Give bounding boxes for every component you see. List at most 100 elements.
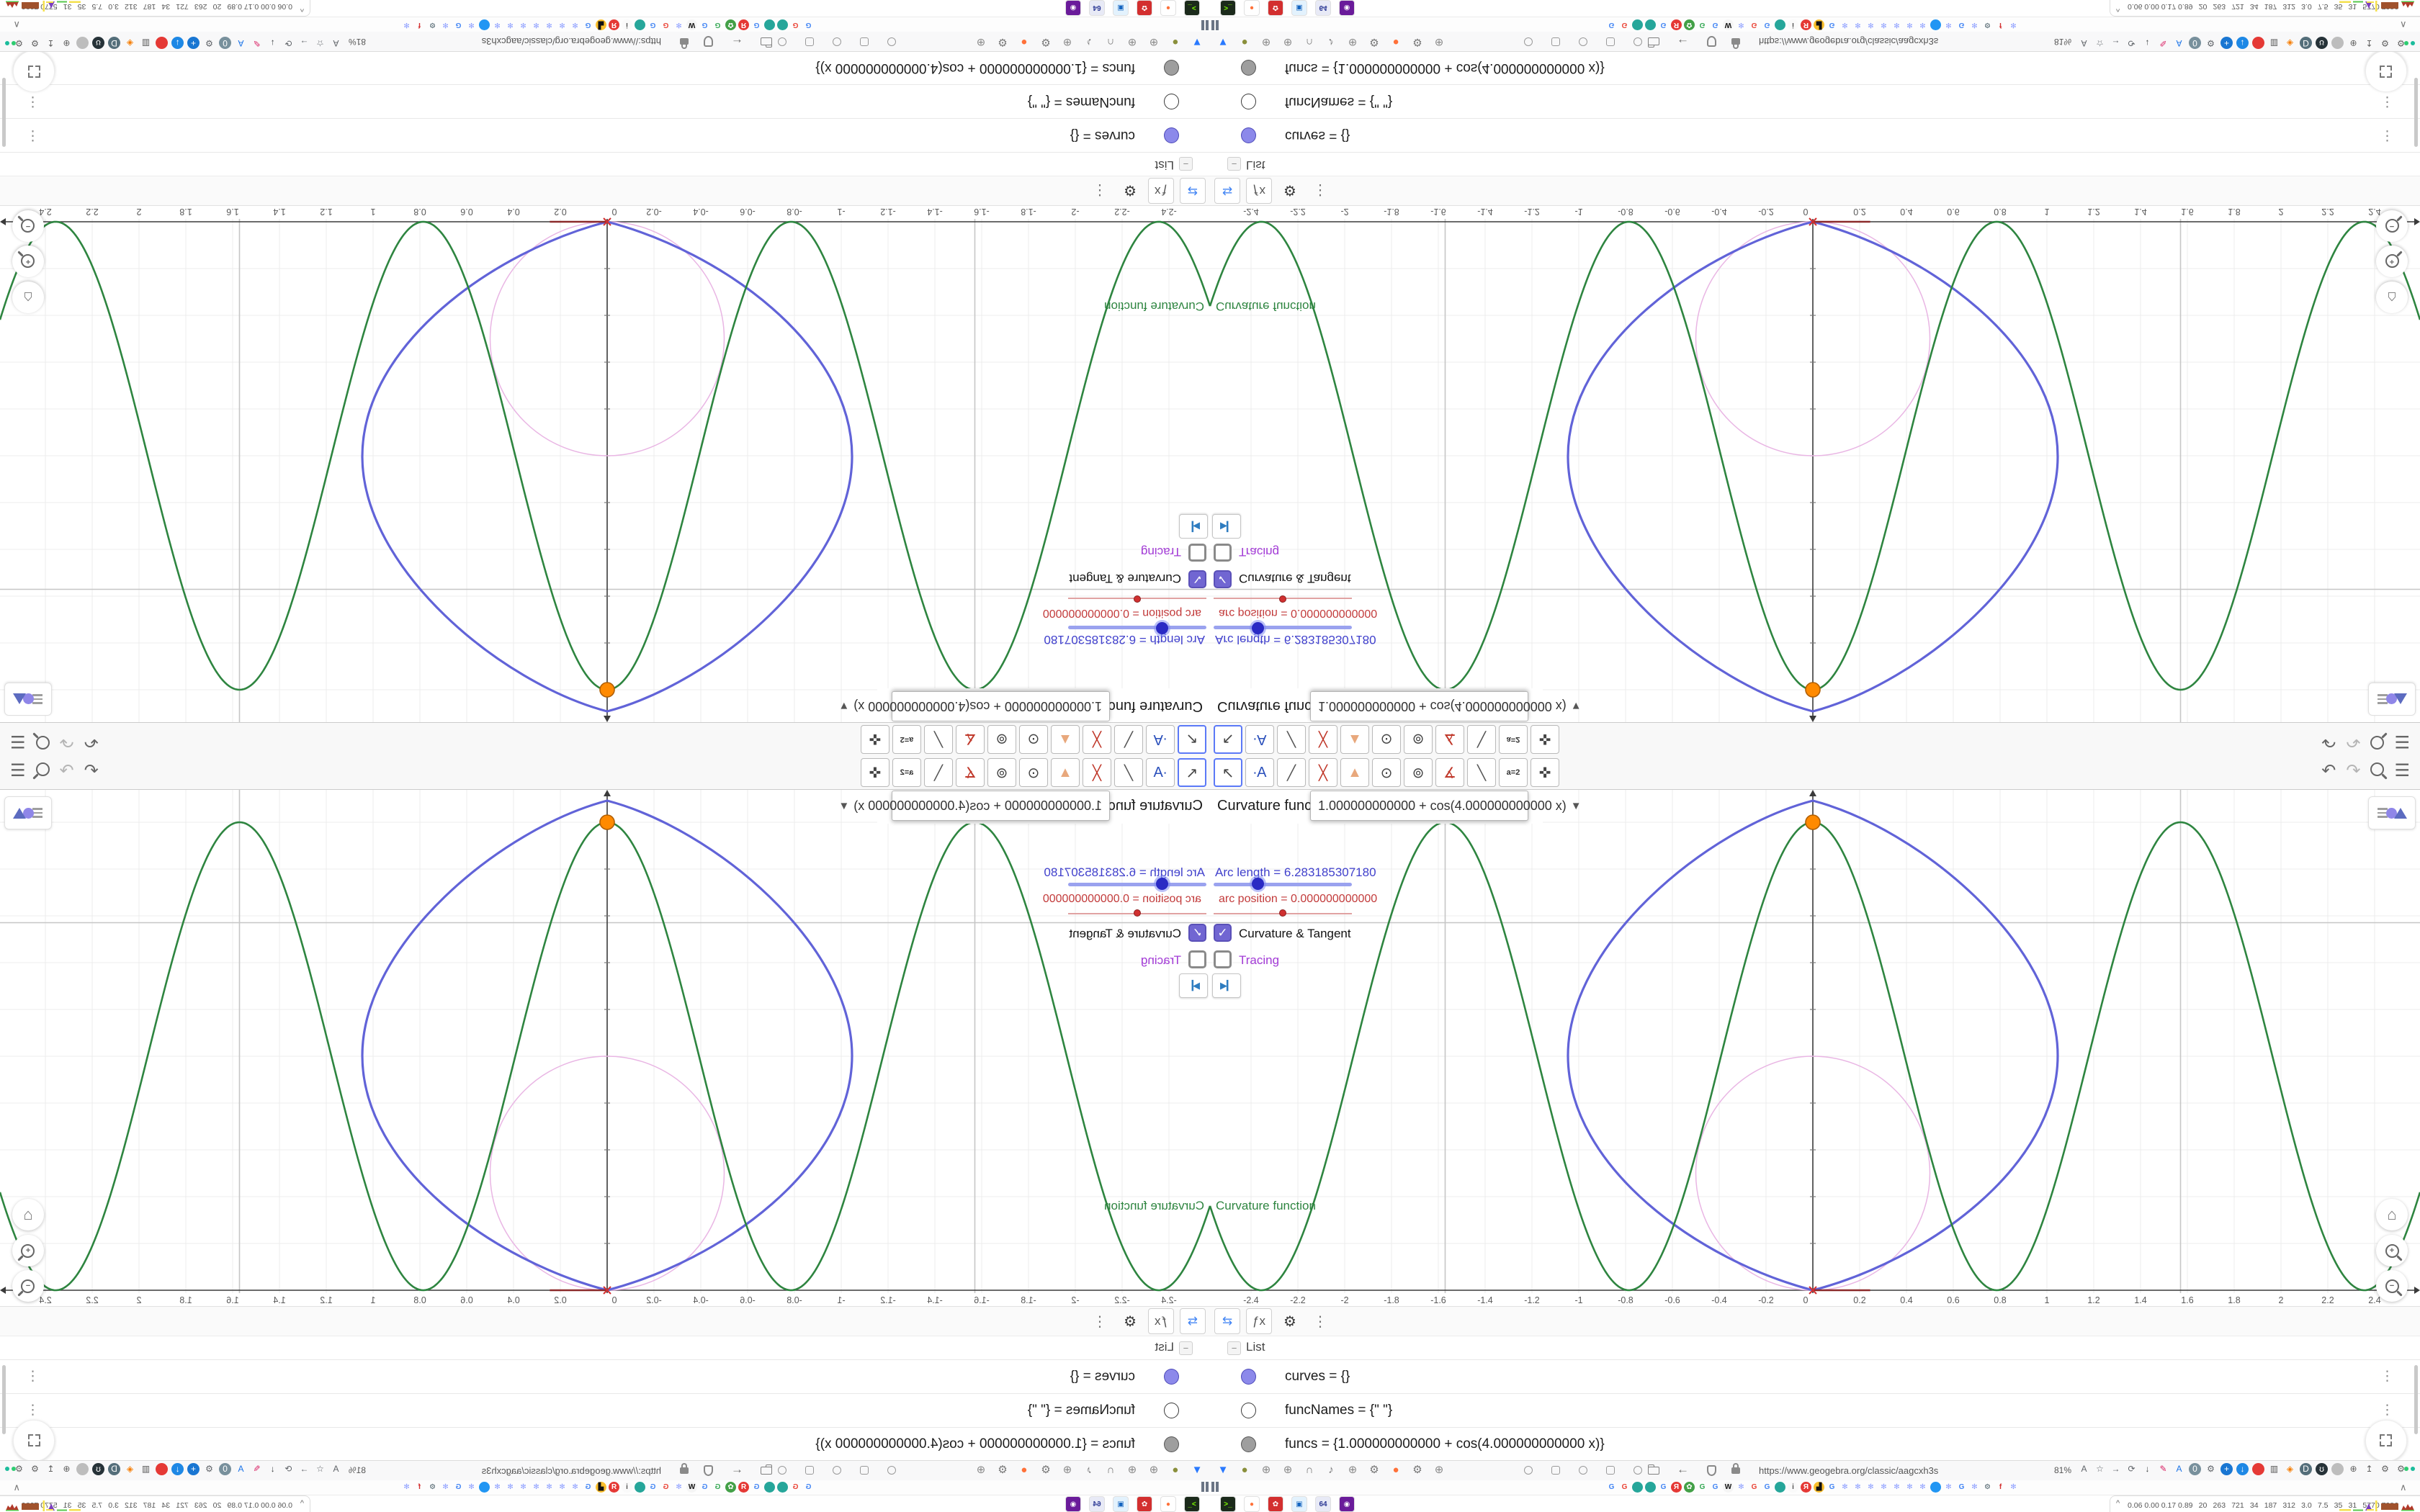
gray-dot-icon[interactable] [2331,1463,2344,1475]
visibility-toggle[interactable] [1241,127,1256,143]
tracing-checkbox[interactable] [1214,950,1232,968]
reload-icon[interactable]: ⟳ [2125,37,2138,49]
ring-icon[interactable] [860,1466,869,1475]
algebra-row[interactable]: curves = {} ⋮ [1210,119,2420,153]
add-circle-icon[interactable]: + [187,1463,200,1475]
tab-favicon[interactable]: ▟ [1814,1482,1824,1493]
algebra-row[interactable]: curves = {} ⋮ [0,119,1210,153]
reload-icon[interactable]: ⟳ [282,37,295,49]
search-icon[interactable] [35,732,50,750]
tab-favicon[interactable]: ✻ [1878,19,1889,30]
forward-arrow-icon[interactable]: → [298,1463,310,1475]
hamburger-menu-icon[interactable]: ☰ [10,730,26,752]
page-zoom-level[interactable]: 81% [2054,1465,2071,1475]
owl-dock-icon[interactable]: ◉ [1339,0,1355,16]
intersect-tool[interactable]: ╳ [1309,725,1337,754]
music-extension-icon[interactable]: ♪ [1324,1463,1338,1477]
search-icon[interactable] [35,762,50,780]
tab-favicon[interactable]: Я [609,1482,619,1493]
uo-icon[interactable]: ʊ [92,37,104,49]
globe-icon[interactable]: ⊕ [2347,1463,2360,1475]
move-select-tool[interactable]: ↖ [1214,725,1242,754]
globe4-extension-icon[interactable]: ⊕ [974,1463,988,1477]
firefox-dock-icon[interactable]: ● [1160,0,1176,16]
globe3-extension-icon[interactable]: ⊕ [1060,1463,1075,1477]
fx-icon[interactable]: ƒx [1148,178,1174,204]
tab-favicon[interactable]: G [1606,1482,1617,1493]
tray-caret-icon[interactable]: ∧ [2400,1482,2407,1493]
record-icon[interactable] [156,37,168,49]
tab-favicon[interactable]: G [1697,19,1708,30]
headphones-extension-icon[interactable]: ∩ [1103,35,1118,49]
zoom-out-button[interactable]: − [2376,210,2408,242]
tab-favicon[interactable]: ✻ [1865,19,1876,30]
fedora-dock-icon[interactable]: ✿ [1137,1496,1152,1512]
tab-favicon[interactable] [777,1482,788,1493]
record-icon[interactable] [2252,37,2264,49]
point-on-function[interactable] [599,682,615,698]
conic-tool[interactable]: ⊚ [987,758,1016,787]
tab-favicon[interactable]: ✻ [557,1482,568,1493]
move-select-tool[interactable]: ↖ [1214,758,1242,787]
slider-tool[interactable]: a=2 [892,725,921,754]
tab-favicon[interactable]: ✻ [505,19,516,30]
tab-favicon[interactable]: ✻ [401,19,412,30]
kebab-menu-icon[interactable]: ⋮ [1088,179,1112,203]
fullscreen-button[interactable] [13,50,55,92]
split-view-icon[interactable]: ⇆ [1180,1308,1206,1334]
graph-canvas[interactable]: -2.4 -2.2 -2 -1.8 -1.6 -1.4 -1.2 -1 -0.8 -0.6 -0.4… [1210,206,2420,723]
ring-icon[interactable] [887,37,896,46]
tab-favicon[interactable]: ✿ [1684,1482,1695,1493]
gear-extension-icon[interactable]: ⚙ [995,1463,1010,1477]
tab-favicon[interactable]: ✻ [570,19,581,30]
zoom-in-button[interactable]: + [12,246,44,277]
bookmark-star-icon[interactable]: ☆ [314,37,326,49]
pause-icon[interactable] [1200,1482,1209,1492]
visibility-toggle[interactable] [1241,94,1256,109]
stats-caret-icon[interactable]: ^ [300,1499,304,1508]
music-extension-icon[interactable]: ♪ [1324,35,1338,49]
tab-favicon[interactable]: ✿ [1684,19,1695,30]
tab-favicon[interactable]: W [1723,19,1734,30]
tab-favicon[interactable]: G [790,19,801,30]
tab-favicon[interactable] [1930,19,1941,30]
ring-icon[interactable] [1524,1466,1533,1475]
arc-position-slider-knob[interactable] [1279,909,1286,917]
tab-favicon[interactable]: G [1619,1482,1630,1493]
skip-to-end-button[interactable]: ▶▎ [1179,973,1208,998]
tab-favicon[interactable]: ✻ [440,19,451,30]
tab-favicon[interactable]: Я [1801,19,1811,30]
pin-extension-icon[interactable]: ▼ [1190,1463,1204,1477]
headphones-extension-icon[interactable]: ∩ [1103,1463,1118,1477]
url-text[interactable]: https://www.geogebra.org/classic/aagcxh3… [482,36,661,47]
owl-dock-icon[interactable]: ◉ [1065,0,1081,16]
headphones-extension-icon[interactable]: ∩ [1302,35,1317,49]
angle-tool[interactable]: ∡ [956,725,985,754]
firefox-extension-icon[interactable]: ● [1389,1463,1403,1477]
scrollbar[interactable] [2414,1365,2418,1434]
shield-icon[interactable] [704,1465,713,1476]
gear-icon[interactable]: ⚙ [2205,1463,2217,1475]
algebra-row[interactable]: funcNames = {" "} ⋮ [0,85,1210,119]
angle-tool[interactable]: ∡ [1435,725,1464,754]
circle-tool[interactable]: ⊙ [1019,725,1048,754]
globe-icon[interactable]: ⊕ [60,37,73,49]
redo-icon[interactable]: ↷ [60,730,74,752]
trash-icon[interactable]: ▥ [2268,37,2280,49]
tab-favicon[interactable]: G [1658,19,1669,30]
terminal-dock-icon[interactable]: >_ [1220,1496,1236,1512]
ring-icon[interactable] [1579,37,1587,46]
settings-gear-icon[interactable]: ⚙ [1118,179,1142,203]
dev-d-icon[interactable]: D [2300,37,2312,49]
wrench-extension-icon[interactable]: ⚙ [1367,35,1381,49]
collapse-button[interactable]: − [1179,157,1193,171]
gear-icon[interactable]: ⚙ [203,1463,215,1475]
olive-extension-icon[interactable]: ● [1237,1463,1252,1477]
tab-favicon[interactable] [479,1482,490,1493]
tab-favicon[interactable] [1775,19,1785,30]
tab-favicon[interactable]: ✻ [531,1482,542,1493]
color-pencil-icon[interactable]: ✎ [2157,1463,2169,1475]
fx-icon[interactable]: ƒx [1246,1308,1272,1334]
ring-icon[interactable] [887,1466,896,1475]
tab-favicon[interactable]: ✻ [1839,1482,1850,1493]
